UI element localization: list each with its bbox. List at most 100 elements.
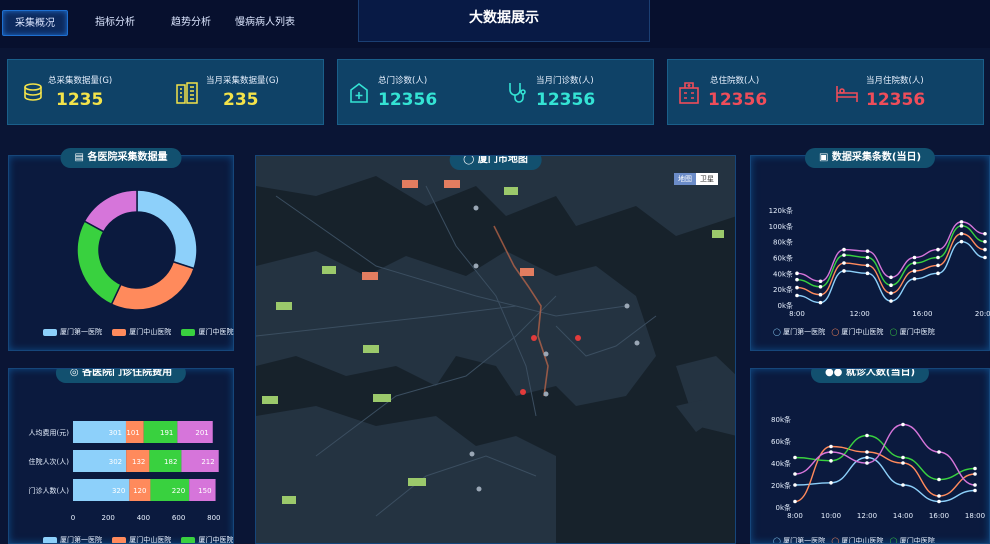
x-tick-label: 14:00 — [893, 512, 913, 520]
data-point — [795, 293, 799, 298]
category-label: 人均费用(元) — [29, 428, 70, 437]
xiamen-map[interactable] — [256, 156, 736, 544]
tab-overview[interactable]: 采集概况 — [2, 10, 68, 36]
stat-value: 235 — [223, 90, 259, 110]
x-tick-label: 16:00 — [912, 310, 932, 318]
map-mode-button[interactable]: 地图 — [674, 173, 696, 185]
data-point — [793, 499, 797, 504]
data-point — [829, 450, 833, 454]
donut-chart — [76, 189, 198, 311]
stat-label: 总住院数(人) — [710, 76, 760, 86]
bar-value-label: 150 — [198, 487, 211, 495]
stat-label: 当月采集数据量(G) — [206, 76, 279, 86]
tab-chronic-patient-list[interactable]: 慢病病人列表 — [228, 10, 302, 36]
data-point — [959, 224, 964, 228]
visits-line-chart: 0k条 20k条 40k条 60k条 80k条 8:00 10:00 12:00 14:00 16… — [771, 415, 985, 520]
donut-slice — [83, 189, 138, 233]
top-nav-bar: 采集概况 指标分析 趋势分析 慢病病人列表 大数据展示 — [0, 0, 990, 48]
data-point — [842, 247, 846, 252]
tab-trend-analysis[interactable]: 趋势分析 — [158, 10, 224, 36]
data-point — [842, 261, 846, 265]
legend-dot: ◯ — [831, 537, 840, 544]
stat-card-collection: 总采集数据量(G) 1235 当月采集数据量(G) 235 — [7, 59, 324, 125]
panel-title: ▣ 数据采集条数(当日) — [804, 148, 936, 168]
data-point — [818, 279, 823, 284]
data-point — [889, 275, 893, 280]
data-point — [793, 483, 797, 487]
data-point — [937, 450, 941, 454]
data-point — [865, 433, 869, 438]
building-icon — [176, 82, 198, 104]
data-point — [818, 292, 823, 297]
y-tick-label: 20k条 — [773, 285, 793, 294]
collect-count-panel: ▣ 数据采集条数(当日) 0k条 20k条 40k条 60k条 80k条 100k条 120… — [750, 148, 990, 351]
bar-value-label: 201 — [195, 429, 208, 437]
y-tick-label: 60k条 — [773, 254, 793, 263]
bar-value-label: 182 — [164, 458, 177, 466]
database-coins-icon — [24, 83, 42, 101]
data-point — [818, 284, 823, 289]
stat-card-outpatient: 总门诊数(人) 12356 当月门诊数(人) 12356 — [337, 59, 654, 125]
data-point — [936, 271, 940, 276]
hospital-bed-icon — [836, 86, 858, 102]
tab-indicator-analysis[interactable]: 指标分析 — [82, 10, 148, 36]
data-point — [912, 255, 917, 260]
data-point — [959, 220, 964, 224]
x-tick-label: 600 — [172, 514, 185, 522]
data-point — [829, 481, 833, 485]
hospital-data-panel: ▤ 各医院采集数据量 厦门第一医院 厦门中山医院 厦门中医院 — [8, 148, 234, 351]
data-point — [983, 255, 987, 260]
bar-value-label: 191 — [160, 429, 173, 437]
stat-label: 当月门诊数(人) — [536, 76, 594, 86]
bar-value-label: 302 — [109, 458, 122, 466]
data-point — [889, 283, 893, 288]
data-point — [973, 488, 977, 493]
stat-value: 12356 — [866, 90, 926, 110]
stat-card-inpatient: 总住院数(人) 12356 当月住院数(人) 12356 — [667, 59, 984, 125]
data-point — [936, 247, 940, 252]
y-tick-label: 80k条 — [773, 238, 793, 247]
data-point — [936, 263, 940, 268]
collect-line-chart: 0k条 20k条 40k条 60k条 80k条 100k条 120k条 8:00 12:00 16… — [769, 206, 990, 318]
data-point — [793, 472, 797, 476]
x-tick-label: 12:00 — [850, 310, 870, 318]
stat-label: 总门诊数(人) — [378, 76, 428, 86]
x-tick-label: 800 — [207, 514, 220, 522]
y-tick-label: 0k条 — [777, 301, 793, 310]
stat-value: 12356 — [708, 90, 768, 110]
legend-dot: ◯ — [831, 328, 840, 336]
donut-slice — [136, 189, 198, 270]
legend-swatch — [112, 536, 127, 543]
people-icon: ●● — [824, 368, 846, 378]
x-tick-label: 0 — [71, 514, 75, 522]
bar-legend: 厦门第一医院 厦门中山医院 厦门中医院 — [35, 535, 233, 543]
server-icon: ▤ — [74, 152, 88, 163]
x-tick-label: 200 — [102, 514, 115, 522]
map-panel: ◯ 厦门市地图 地图 卫星 — [255, 155, 736, 544]
series-line — [796, 221, 986, 282]
hospital-icon — [679, 82, 699, 104]
data-point — [865, 271, 870, 276]
x-tick-label: 8:00 — [789, 310, 805, 318]
y-tick-label: 40k条 — [773, 269, 793, 278]
medical-kit-icon — [350, 83, 368, 103]
legend-dot: ◯ — [773, 328, 781, 336]
data-point — [842, 269, 846, 273]
data-point — [842, 253, 846, 257]
category-label: 住院人次(人) — [29, 457, 70, 466]
bar-value-label: 301 — [109, 429, 122, 437]
bar-value-label: 132 — [132, 458, 145, 466]
donut-slice — [110, 260, 196, 311]
data-point — [983, 231, 987, 236]
y-tick-label: 0k条 — [775, 503, 791, 512]
legend-dot: ◯ — [773, 537, 781, 544]
data-point — [829, 459, 833, 463]
legend-swatch — [43, 328, 57, 336]
data-point — [889, 291, 893, 295]
target-icon: ◎ — [69, 368, 83, 378]
cost-bar-chart: 0 200 400 600 800 1,000人均费用(元) 301 101 191 201住院人… — [29, 421, 220, 522]
data-point — [912, 261, 917, 265]
data-point — [912, 269, 917, 273]
satellite-mode-button[interactable]: 卫星 — [696, 173, 718, 185]
y-tick-label: 100k条 — [769, 222, 793, 231]
